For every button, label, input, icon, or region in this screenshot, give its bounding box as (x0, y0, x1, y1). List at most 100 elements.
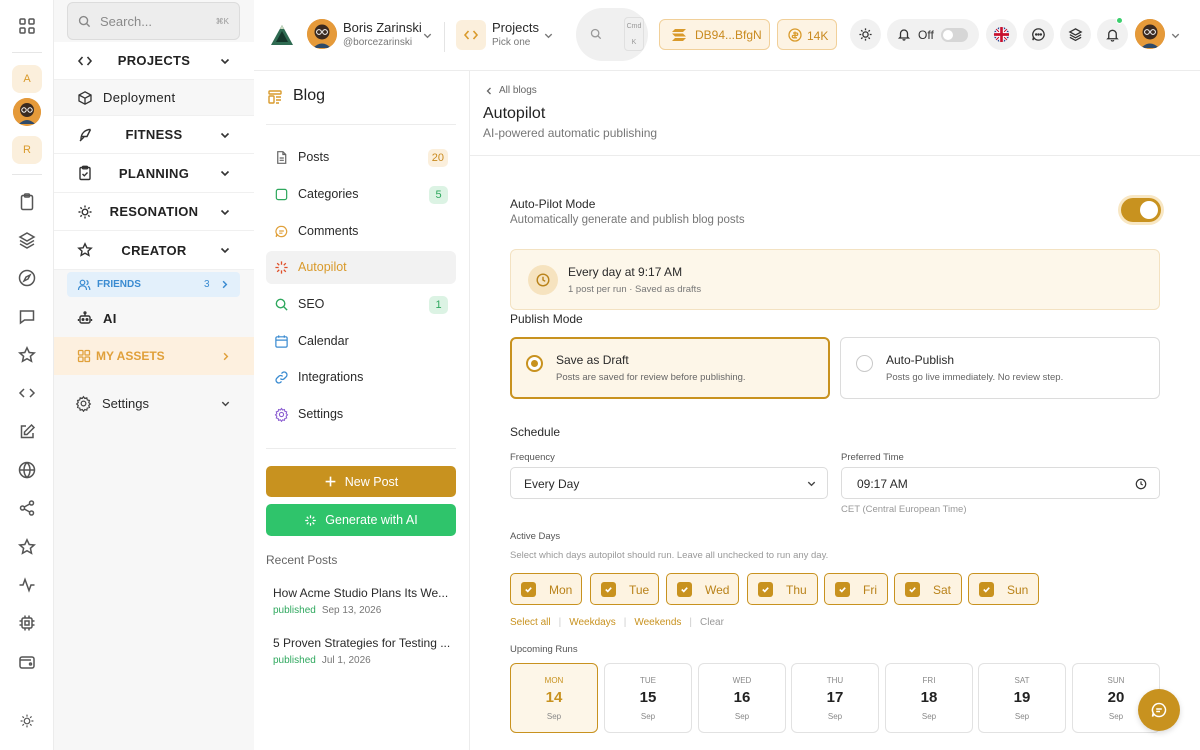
upcoming-run-card[interactable]: SAT 19 Sep (978, 663, 1066, 733)
share-icon[interactable] (17, 498, 37, 518)
nav-deployment[interactable]: Deployment (54, 80, 254, 116)
autopilot-toggle[interactable] (1121, 198, 1161, 222)
upcoming-run-card[interactable]: MON 14 Sep (510, 663, 598, 733)
chip-icon[interactable] (17, 613, 37, 633)
chat-bubble-icon[interactable] (1023, 19, 1054, 50)
mode-save-as-draft[interactable]: Save as Draft Posts are saved for review… (510, 337, 830, 399)
nav-fitness[interactable]: FITNESS (54, 116, 254, 154)
day-checkbox-tue[interactable]: Tue (590, 573, 659, 605)
chevron-down-icon[interactable] (422, 30, 433, 41)
upcoming-run-card[interactable]: THU 17 Sep (791, 663, 879, 733)
new-post-button[interactable]: New Post (266, 466, 456, 497)
star-outline-icon[interactable] (17, 537, 37, 557)
select-all-link[interactable]: Select all (510, 617, 551, 628)
code-icon[interactable] (456, 20, 486, 50)
code-icon[interactable] (17, 383, 37, 403)
nav-resonation[interactable]: RESONATION (54, 193, 254, 231)
globe-icon[interactable] (17, 460, 37, 480)
radio-unselected[interactable] (856, 355, 873, 372)
user-avatar[interactable] (307, 19, 337, 49)
grid-icon[interactable] (17, 16, 37, 36)
blog-menu-comments[interactable]: Comments (266, 215, 456, 248)
blog-menu-posts[interactable]: Posts 20 (266, 141, 456, 174)
blog-menu-autopilot[interactable]: Autopilot (266, 251, 456, 284)
sun-icon[interactable] (19, 713, 35, 729)
app-logo[interactable] (270, 24, 294, 46)
app-rail: A R (0, 0, 54, 750)
workspace-badge-r[interactable]: R (12, 136, 42, 164)
coins-balance[interactable]: 14K (777, 19, 837, 50)
day-checkbox-sun[interactable]: Sun (968, 573, 1039, 605)
notifications-switch[interactable] (941, 28, 968, 42)
mode-auto-publish[interactable]: Auto-Publish Posts go live immediately. … (840, 337, 1160, 399)
upcoming-run-card[interactable]: FRI 18 Sep (885, 663, 973, 733)
day-label: Mon (549, 583, 573, 597)
chat-support-button[interactable] (1138, 689, 1180, 731)
blog-menu-seo[interactable]: SEO 1 (266, 288, 456, 321)
sparkle-icon (274, 260, 289, 275)
day-checkbox-wed[interactable]: Wed (666, 573, 739, 605)
upcoming-run-card[interactable]: WED 16 Sep (698, 663, 786, 733)
blog-menu-settings[interactable]: Settings (266, 398, 456, 431)
preferred-time-input[interactable]: 09:17 AM (841, 467, 1160, 499)
upcoming-runs-label: Upcoming Runs (510, 644, 578, 655)
clear-link[interactable]: Clear (700, 617, 724, 628)
nav-planning[interactable]: PLANNING (54, 154, 254, 193)
clipboard-icon[interactable] (17, 192, 37, 212)
uk-flag-icon[interactable] (986, 19, 1017, 50)
clock-icon[interactable] (1135, 478, 1147, 490)
user-name[interactable]: Boris Zarinski (343, 20, 422, 35)
chat-icon[interactable] (17, 307, 37, 327)
nav-projects[interactable]: PROJECTS (54, 42, 254, 80)
recent-post-item[interactable]: How Acme Studio Plans Its We... publishe… (273, 586, 453, 616)
weekdays-link[interactable]: Weekdays (569, 617, 616, 628)
breadcrumb[interactable]: All blogs (485, 85, 537, 96)
compass-icon[interactable] (17, 268, 37, 288)
bell-icon[interactable] (1097, 19, 1128, 50)
activity-icon[interactable] (17, 575, 37, 595)
recent-post-item[interactable]: 5 Proven Strategies for Testing ... publ… (273, 636, 453, 666)
workspace-badge-a[interactable]: A (12, 65, 42, 93)
project-selector-label[interactable]: Projects (492, 20, 539, 35)
day-checkbox-mon[interactable]: Mon (510, 573, 582, 605)
radio-selected[interactable] (526, 355, 543, 372)
wallet-icon[interactable] (17, 652, 37, 672)
page-subtitle: AI-powered automatic publishing (483, 126, 658, 140)
global-search-button[interactable]: Cmd K (576, 8, 648, 61)
frequency-select[interactable]: Every Day (510, 467, 828, 499)
generate-with-ai-button[interactable]: Generate with AI (266, 504, 456, 536)
blog-menu-calendar[interactable]: Calendar (266, 325, 456, 358)
profile-avatar[interactable] (1135, 19, 1165, 49)
nav-friends[interactable]: FRIENDS 3 (67, 272, 240, 297)
new-post-label: New Post (344, 474, 399, 489)
chevron-down-icon[interactable] (1170, 30, 1181, 41)
blog-menu-integrations[interactable]: Integrations (266, 361, 456, 394)
layers-icon[interactable] (17, 230, 37, 250)
notifications-toggle[interactable]: Off (887, 19, 979, 50)
nav-settings[interactable]: Settings (54, 390, 254, 418)
nav-my-assets[interactable]: MY ASSETS (54, 337, 254, 375)
day-checkbox-fri[interactable]: Fri (824, 573, 888, 605)
time-value: 09:17 AM (857, 477, 908, 491)
wallet-address-button[interactable]: DB94...BfgN (659, 19, 770, 50)
search-box[interactable]: Search... ⌘K (67, 2, 240, 40)
coin-icon (788, 28, 802, 42)
nav-ai[interactable]: AI (54, 299, 254, 337)
upcoming-run-card[interactable]: TUE 15 Sep (604, 663, 692, 733)
edit-icon[interactable] (17, 422, 37, 442)
schedule-label: Schedule (510, 425, 561, 439)
recent-posts-heading: Recent Posts (266, 553, 338, 567)
search-shortcut: Cmd K (624, 17, 644, 51)
day-checkbox-sat[interactable]: Sat (894, 573, 962, 605)
active-days-label: Active Days (510, 531, 561, 542)
sparkle-icon (304, 514, 317, 527)
layers-icon[interactable] (1060, 19, 1091, 50)
workspace-avatar[interactable] (13, 98, 41, 126)
weekends-link[interactable]: Weekends (634, 617, 681, 628)
blog-menu-categories[interactable]: Categories 5 (266, 178, 456, 211)
chevron-down-icon[interactable] (543, 30, 554, 41)
nav-creator[interactable]: CREATOR (54, 231, 254, 270)
sun-icon[interactable] (850, 19, 881, 50)
star-icon[interactable] (17, 345, 37, 365)
day-checkbox-thu[interactable]: Thu (747, 573, 818, 605)
